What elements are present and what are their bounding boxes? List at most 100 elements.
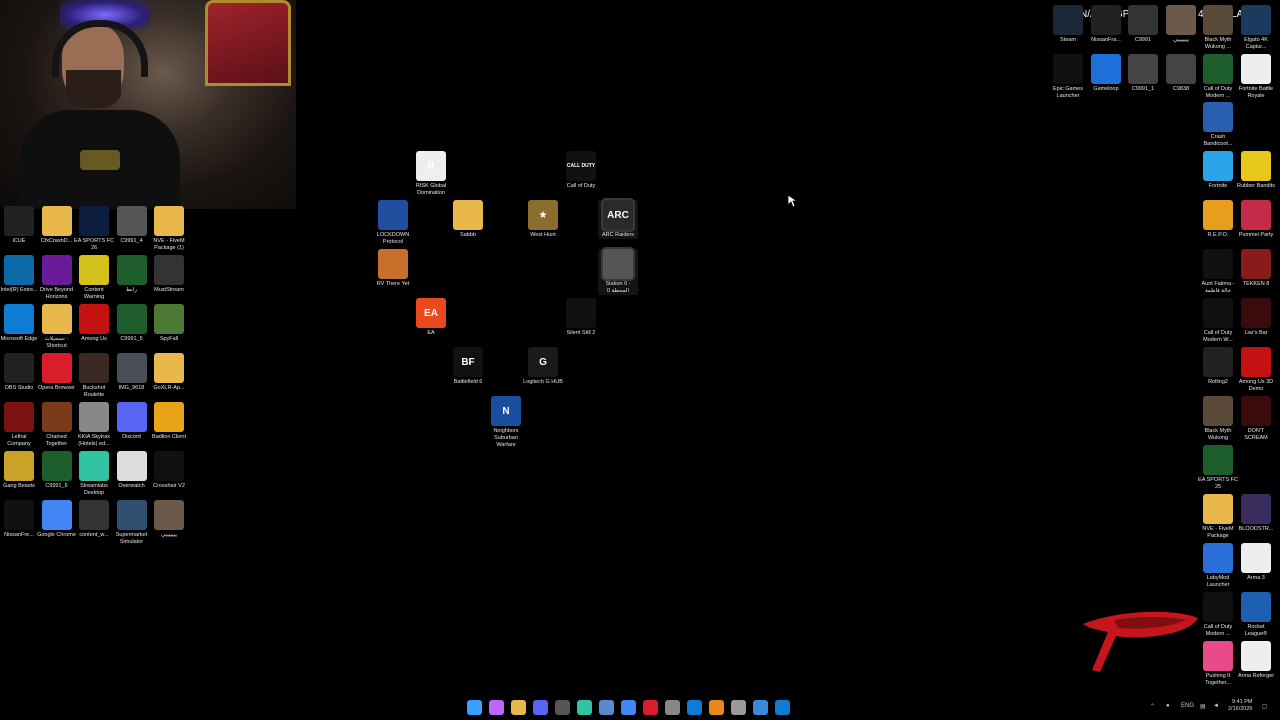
desktop-icon[interactable]: Liar's Bar: [1236, 298, 1276, 337]
taskbar-windows-start-icon[interactable]: [467, 700, 482, 715]
system-clock[interactable]: 9:41 PM 2/16/2026: [1228, 699, 1252, 713]
desktop-icon[interactable]: LOCKDOWN Protocol: [373, 200, 413, 246]
desktop-icon[interactable]: Drive Beyond Horizons: [37, 255, 77, 301]
microphone-icon[interactable]: ●: [1166, 703, 1170, 709]
desktop-icon[interactable]: يييييييي: [1161, 5, 1201, 44]
taskbar-photos-icon[interactable]: [753, 700, 768, 715]
desktop-icon[interactable]: LabyMod Launcher: [1198, 543, 1238, 589]
taskbar-xbox-icon[interactable]: [555, 700, 570, 715]
desktop-icon[interactable]: SpyFall: [149, 304, 189, 343]
desktop-icon[interactable]: Discord: [112, 402, 152, 441]
taskbar-discord-icon[interactable]: [533, 700, 548, 715]
desktop-icon[interactable]: Among Us 3D Demo: [1236, 347, 1276, 393]
desktop-icon[interactable]: Opera Browser: [37, 353, 77, 392]
taskbar-edge-icon[interactable]: [687, 700, 702, 715]
desktop-icon[interactable]: Rocket League®: [1236, 592, 1276, 638]
desktop-icon[interactable]: NissanFre...: [0, 500, 39, 539]
desktop-icon[interactable]: Sabbb: [448, 200, 488, 239]
desktop-icon[interactable]: Elgato 4K Captur...: [1236, 5, 1276, 51]
desktop-icon[interactable]: GoXLR-Ap...: [149, 353, 189, 392]
desktop-icon[interactable]: Arma Reforger: [1236, 641, 1276, 680]
desktop-icon[interactable]: IMG_9618: [112, 353, 152, 392]
desktop-icon[interactable]: Google Chrome: [37, 500, 77, 539]
desktop-icon[interactable]: CALL DUTY Call of Duty: [561, 151, 601, 190]
taskbar-chrome-icon[interactable]: [621, 700, 636, 715]
desktop-icon[interactable]: Arma 3: [1236, 543, 1276, 582]
desktop-icon[interactable]: Fortnite: [1198, 151, 1238, 190]
desktop-icon[interactable]: Steam: [1048, 5, 1088, 44]
desktop-icon[interactable]: DON'T SCREAM: [1236, 396, 1276, 442]
taskbar-copilot-icon[interactable]: [489, 700, 504, 715]
desktop-icon[interactable]: NissanFra...: [1086, 5, 1126, 44]
desktop-icon[interactable]: RV There Yet: [373, 249, 413, 288]
desktop-icon[interactable]: N Neighbors Suburban Warfare: [486, 396, 526, 449]
desktop-icon[interactable]: TEKKEN 8: [1236, 249, 1276, 288]
desktop-icon[interactable]: Fortnite Battle Royale: [1236, 54, 1276, 100]
desktop-icon[interactable]: iCUE: [0, 206, 39, 245]
language-indicator[interactable]: ENG: [1181, 703, 1194, 709]
desktop-icon[interactable]: Aunt Fatima - خالة فاطمة: [1198, 249, 1238, 295]
desktop-icon[interactable]: C9838: [1161, 54, 1201, 93]
desktop-icon[interactable]: Streamlabs Desktop: [74, 451, 114, 497]
desktop-icon[interactable]: Call of Duty Modern ...: [1198, 54, 1238, 100]
desktop-icon[interactable]: Gang Beasts: [0, 451, 39, 490]
desktop-icon[interactable]: MustStream: [149, 255, 189, 294]
volume-icon[interactable]: ◄: [1213, 703, 1219, 709]
desktop-icon[interactable]: Chained Together: [37, 402, 77, 448]
desktop-icon[interactable]: BLOODSTR...: [1236, 494, 1276, 533]
desktop-icon[interactable]: C9991_5: [112, 304, 152, 343]
desktop-icon[interactable]: Black Myth Wukong ...: [1198, 5, 1238, 51]
desktop-icon[interactable]: Microsoft Edge: [0, 304, 39, 343]
desktop-icon[interactable]: content_w...: [74, 500, 114, 539]
desktop-icon[interactable]: Lethal Company: [0, 402, 39, 448]
desktop-icon[interactable]: Black Myth Wukong: [1198, 396, 1238, 442]
desktop-icon[interactable]: R.E.P.O.: [1198, 200, 1238, 239]
desktop-icon[interactable]: EA SPORTS FC 26: [74, 206, 114, 252]
desktop-icon[interactable]: G Logitech G HUB: [523, 347, 563, 386]
desktop-icon[interactable]: Pummel Party: [1236, 200, 1276, 239]
desktop-icon[interactable]: C9991_6: [37, 451, 77, 490]
taskbar-settings-icon[interactable]: [731, 700, 746, 715]
desktop-icon[interactable]: EA SPORTS FC 25: [1198, 445, 1238, 491]
desktop-icon[interactable]: Station 0 - المحطة 0: [598, 249, 638, 295]
desktop-icon[interactable]: Buckshot Roulette: [74, 353, 114, 399]
desktop-icon[interactable]: Intel(R) Extre...: [0, 255, 39, 294]
taskbar-controller-icon[interactable]: [665, 700, 680, 715]
desktop-icon[interactable]: Call of Duty Modern W...: [1198, 298, 1238, 344]
desktop-icon[interactable]: Badlion Client: [149, 402, 189, 441]
taskbar-streamlabs-icon[interactable]: [577, 700, 592, 715]
desktop-icon[interactable]: Rubber Bandits: [1236, 151, 1276, 190]
desktop-icon[interactable]: Rolling2: [1198, 347, 1238, 386]
network-icon[interactable]: ▤: [1200, 703, 1206, 710]
desktop-icon[interactable]: R RISK Global Domination: [411, 151, 451, 197]
desktop-icon[interactable]: KKIA Skytrax (Hotels) ed...: [74, 402, 114, 448]
desktop-icon[interactable]: Crosshair V2: [149, 451, 189, 490]
desktop-icon[interactable]: Silent Still 2: [561, 298, 601, 337]
desktop-icon[interactable]: CfxCrashD...: [37, 206, 77, 245]
desktop-icon[interactable]: EA EA: [411, 298, 451, 337]
desktop-icon[interactable]: C9991: [1123, 5, 1163, 44]
notification-icon[interactable]: ▢: [1262, 703, 1268, 710]
taskbar-vlc-icon[interactable]: [709, 700, 724, 715]
chevron-up-icon[interactable]: ⌃: [1150, 703, 1155, 710]
desktop-icon[interactable]: ★ West Hunt: [523, 200, 563, 239]
desktop-icon[interactable]: C9991_4: [112, 206, 152, 245]
desktop-icon[interactable]: Pushing It Together...: [1198, 641, 1238, 687]
desktop-icon[interactable]: OBS Studio: [0, 353, 39, 392]
desktop-icon[interactable]: Call of Duty Modern ...: [1198, 592, 1238, 638]
desktop-icon[interactable]: Crash Bandicoot...: [1198, 102, 1238, 148]
taskbar-file-explorer-icon[interactable]: [511, 700, 526, 715]
desktop-icon[interactable]: تسجيلات - Shortcut: [37, 304, 77, 350]
desktop-icon[interactable]: C9991_1: [1123, 54, 1163, 93]
desktop-icon[interactable]: Supermarket Simulator: [112, 500, 152, 546]
desktop-icon[interactable]: ARC ARC Raiders: [598, 200, 638, 239]
desktop-icon[interactable]: Overwatch: [112, 451, 152, 490]
desktop-icon[interactable]: رابط: [112, 255, 152, 294]
desktop-icon[interactable]: NVE - FiveM Package (1): [149, 206, 189, 252]
desktop-icon[interactable]: Epic Games Launcher: [1048, 54, 1088, 100]
desktop-icon[interactable]: Content Warning: [74, 255, 114, 301]
desktop-icon[interactable]: يييييييي: [149, 500, 189, 539]
desktop-icon[interactable]: Among Us: [74, 304, 114, 343]
taskbar-opera-icon[interactable]: [643, 700, 658, 715]
desktop-icon[interactable]: NVE - FiveM Package: [1198, 494, 1238, 540]
